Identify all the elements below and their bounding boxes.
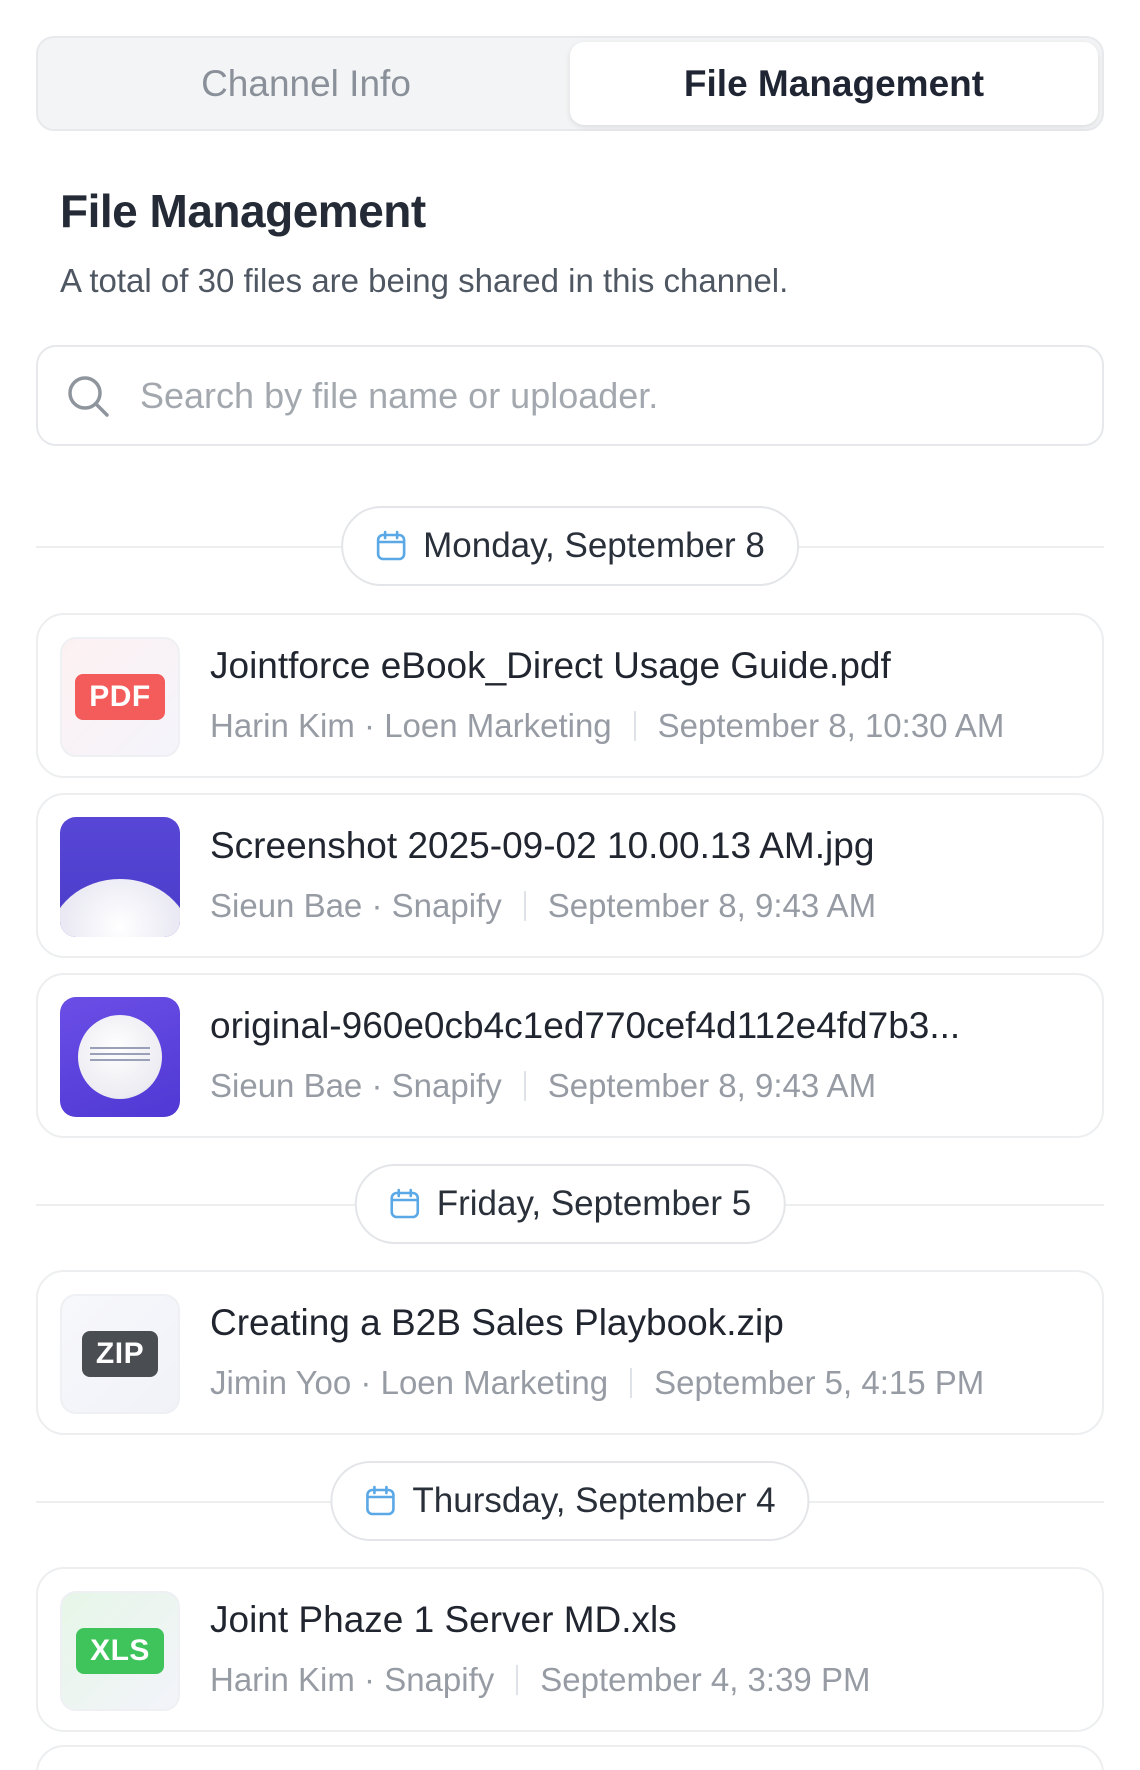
meta-separator: · — [354, 707, 385, 744]
calendar-icon — [376, 530, 406, 561]
file-name: Jointforce eBook_Direct Usage Guide.pdf — [210, 645, 891, 686]
thumbnail-text-lines — [90, 1047, 150, 1065]
meta-divider — [630, 1368, 633, 1398]
file-name: Screenshot 2025-09-02 10.00.13 AM.jpg — [210, 825, 875, 866]
meta-divider — [633, 711, 636, 741]
meta-divider — [516, 1665, 519, 1695]
file-meta: Jimin Yoo · Loen Marketing September 5, … — [210, 1364, 1082, 1402]
date-pill: Thursday, September 4 — [330, 1461, 810, 1541]
file-item[interactable]: ZIP Creating a B2B Sales Playbook.zip Ji… — [36, 1270, 1104, 1435]
file-type-badge: XLS — [76, 1628, 164, 1674]
upload-time: September 5, 4:15 PM — [654, 1364, 985, 1401]
tab-channel-info[interactable]: Channel Info — [42, 42, 570, 125]
date-separator: Friday, September 5 — [36, 1164, 1104, 1244]
date-pill: Monday, September 8 — [341, 506, 799, 586]
uploader-org: Loen Marketing — [380, 1364, 609, 1401]
tab-file-management[interactable]: File Management — [570, 42, 1098, 125]
date-separator: Monday, September 8 — [36, 506, 1104, 586]
upload-time: September 8, 9:43 AM — [547, 887, 877, 924]
uploader-name: Sieun Bae — [210, 1067, 363, 1104]
file-meta: Sieun Bae · Snapify September 8, 9:43 AM — [210, 1067, 1082, 1105]
upload-time: September 8, 9:43 AM — [547, 1067, 877, 1104]
search-box[interactable] — [36, 345, 1104, 446]
meta-separator: · — [362, 887, 392, 924]
file-name: original-960e0cb4c1ed770cef4d112e4fd7b3.… — [210, 1005, 961, 1046]
file-type-badge: ZIP — [81, 1331, 159, 1377]
file-name: Joint Phaze 1 Server MD.xls — [210, 1599, 677, 1640]
image-thumbnail — [60, 817, 180, 937]
uploader-name: Sieun Bae — [210, 887, 363, 924]
file-name: Creating a B2B Sales Playbook.zip — [210, 1302, 784, 1343]
section-subtitle: A total of 30 files are being shared in … — [60, 262, 789, 299]
uploader-org: Snapify — [391, 1067, 502, 1104]
image-thumbnail — [60, 997, 180, 1117]
file-meta: Harin Kim · Snapify September 4, 3:39 PM — [210, 1661, 1082, 1699]
meta-separator: · — [362, 1067, 392, 1104]
uploader-org: Snapify — [391, 887, 502, 924]
meta-separator: · — [351, 1364, 381, 1401]
search-input[interactable] — [140, 374, 1102, 417]
date-separator: Thursday, September 4 — [36, 1461, 1104, 1541]
file-thumbnail: XLS — [60, 1591, 180, 1711]
file-item[interactable]: original-960e0cb4c1ed770cef4d112e4fd7b3.… — [36, 973, 1104, 1138]
upload-time: September 8, 10:30 AM — [657, 707, 1005, 744]
file-meta: Harin Kim · Loen Marketing September 8, … — [210, 707, 1082, 745]
file-item[interactable]: Screenshot 2025-09-02 10.00.13 AM.jpg Si… — [36, 793, 1104, 958]
calendar-icon — [366, 1485, 395, 1516]
thumbnail-graphic — [60, 879, 180, 937]
meta-divider — [523, 1071, 526, 1101]
uploader-org: Loen Marketing — [384, 707, 612, 744]
uploader-name: Jimin Yoo — [210, 1364, 352, 1401]
file-meta: Sieun Bae · Snapify September 8, 9:43 AM — [210, 887, 1082, 925]
tab-bar: Channel Info File Management — [36, 36, 1104, 131]
uploader-name: Harin Kim — [210, 1661, 355, 1698]
date-label: Monday, September 8 — [423, 526, 765, 565]
meta-divider — [523, 891, 526, 921]
section-title: File Management — [60, 185, 426, 237]
date-label: Thursday, September 4 — [412, 1481, 776, 1520]
file-item[interactable]: XLS Joint Phaze 1 Server MD.xls Harin Ki… — [36, 1567, 1104, 1732]
date-pill: Friday, September 5 — [354, 1164, 786, 1244]
date-label: Friday, September 5 — [436, 1184, 752, 1223]
uploader-org: Snapify — [384, 1661, 495, 1698]
calendar-icon — [390, 1188, 420, 1219]
file-item[interactable]: PDF Jointforce eBook_Direct Usage Guide.… — [36, 613, 1104, 778]
file-item-partial[interactable] — [36, 1745, 1104, 1770]
search-icon — [68, 375, 109, 417]
upload-time: September 4, 3:39 PM — [540, 1661, 871, 1698]
file-type-badge: PDF — [75, 674, 165, 720]
meta-separator: · — [354, 1661, 385, 1698]
file-management-panel: Channel Info File Management File Manage… — [0, 0, 1140, 1770]
uploader-name: Harin Kim — [210, 707, 355, 744]
file-thumbnail: ZIP — [60, 1294, 180, 1414]
file-thumbnail: PDF — [60, 637, 180, 757]
